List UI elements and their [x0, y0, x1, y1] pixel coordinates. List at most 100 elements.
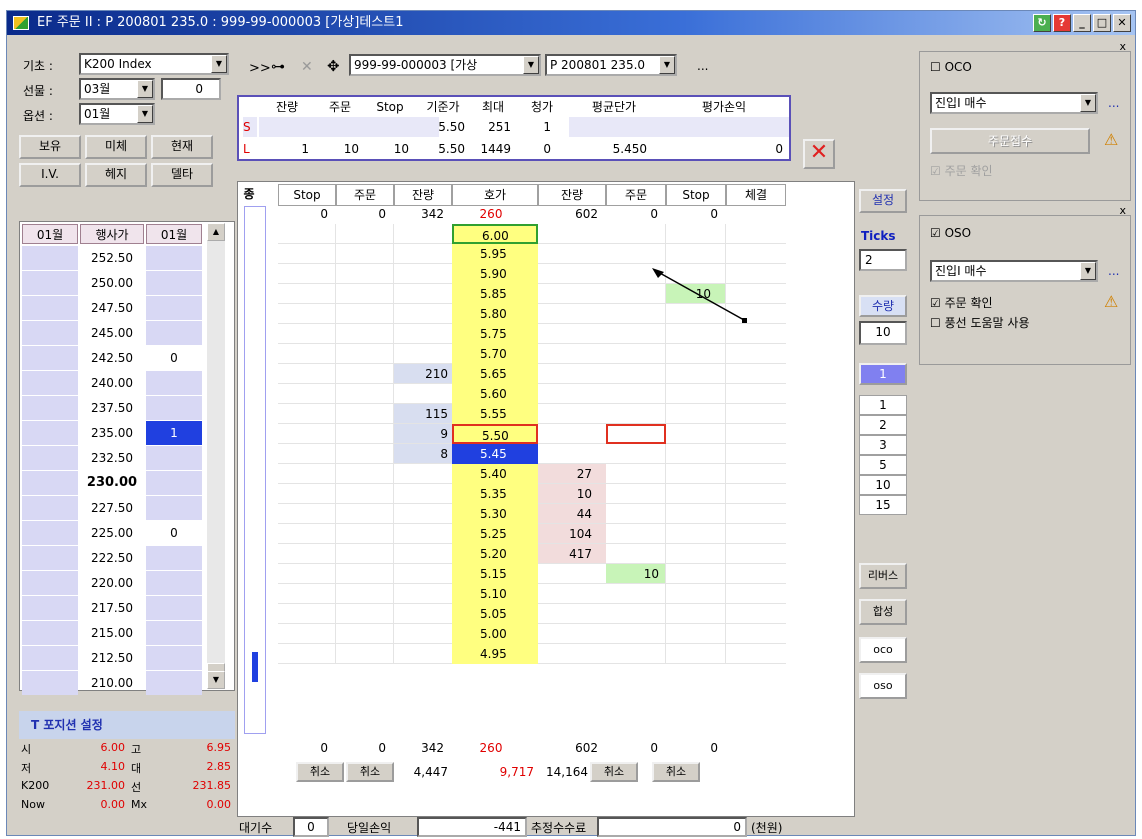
call-cell[interactable]: [22, 421, 78, 445]
buy-stop[interactable]: [666, 424, 726, 444]
sell-stop-cell[interactable]: [278, 364, 336, 384]
sell-order-cell[interactable]: [336, 644, 394, 664]
buy-order[interactable]: [606, 524, 666, 544]
put-cell[interactable]: 0: [146, 346, 202, 370]
tab-0[interactable]: 보유: [19, 135, 81, 159]
buy-order[interactable]: [606, 384, 666, 404]
chevron-down-icon[interactable]: ▼: [211, 55, 227, 73]
sell-stop-cell[interactable]: [278, 464, 336, 484]
call-cell[interactable]: [22, 646, 78, 670]
cancel-buy-stop[interactable]: 취소: [652, 762, 700, 782]
put-cell[interactable]: 1: [146, 421, 202, 445]
sell-order-cell[interactable]: [336, 344, 394, 364]
ladder-header-6[interactable]: Stop: [666, 184, 726, 206]
price-level[interactable]: 5.95: [452, 244, 538, 264]
call-cell[interactable]: [22, 346, 78, 370]
close-button[interactable]: ✕: [1113, 14, 1131, 32]
sell-order-cell[interactable]: [336, 624, 394, 644]
price-level[interactable]: 5.45: [452, 444, 538, 464]
buy-order[interactable]: [606, 604, 666, 624]
price-level[interactable]: 5.90: [452, 264, 538, 284]
buy-stop[interactable]: [666, 404, 726, 424]
put-cell[interactable]: [146, 496, 202, 520]
put-cell[interactable]: [146, 371, 202, 395]
sell-order-cell[interactable]: [336, 404, 394, 424]
put-cell[interactable]: [146, 396, 202, 420]
sell-stop-cell[interactable]: [278, 584, 336, 604]
sell-stop-cell[interactable]: [278, 224, 336, 244]
price-level[interactable]: 5.50: [452, 424, 538, 444]
call-cell[interactable]: [22, 271, 78, 295]
price-level[interactable]: 5.65: [452, 364, 538, 384]
maximize-button[interactable]: □: [1093, 14, 1111, 32]
cancel-sell-order[interactable]: 취소: [346, 762, 394, 782]
tool-icon[interactable]: ✕: [301, 59, 313, 75]
call-cell[interactable]: [22, 671, 78, 695]
sell-stop-cell[interactable]: [278, 564, 336, 584]
sell-order-cell[interactable]: [336, 364, 394, 384]
buy-stop[interactable]: [666, 564, 726, 584]
sell-order-cell[interactable]: [336, 384, 394, 404]
put-cell[interactable]: [146, 646, 202, 670]
put-cell[interactable]: [146, 671, 202, 695]
price-level[interactable]: 5.75: [452, 324, 538, 344]
tab2-0[interactable]: I.V.: [19, 163, 81, 187]
buy-order[interactable]: 10: [606, 564, 666, 584]
sell-order-cell[interactable]: [336, 544, 394, 564]
sell-stop-cell[interactable]: [278, 424, 336, 444]
sell-stop-cell[interactable]: [278, 644, 336, 664]
oso-close-icon[interactable]: x: [1119, 204, 1126, 217]
buy-order[interactable]: [606, 464, 666, 484]
tab-1[interactable]: 미체: [85, 135, 147, 159]
buy-order[interactable]: [606, 544, 666, 564]
buy-stop[interactable]: [666, 344, 726, 364]
buy-order[interactable]: [606, 344, 666, 364]
sell-order-cell[interactable]: [336, 484, 394, 504]
call-cell[interactable]: [22, 446, 78, 470]
sell-order-cell[interactable]: [336, 444, 394, 464]
ladder-header-2[interactable]: 잔량: [394, 184, 452, 206]
buy-order[interactable]: [606, 364, 666, 384]
futures-month-select[interactable]: 03월 ▼: [79, 78, 155, 100]
oso-checkbox[interactable]: ☑ OSO: [930, 226, 971, 240]
sell-stop-cell[interactable]: [278, 604, 336, 624]
oco-button[interactable]: oco: [859, 637, 907, 663]
qty-option[interactable]: 5: [859, 455, 907, 475]
sell-order-cell[interactable]: [336, 284, 394, 304]
chevron-down-icon[interactable]: ▼: [659, 56, 675, 74]
tab2-2[interactable]: 델타: [151, 163, 213, 187]
title-bar[interactable]: EF 주문 II : P 200801 235.0 : 999-99-00000…: [7, 11, 1135, 35]
oco-confirm-checkbox[interactable]: ☑ 주문 확인: [930, 162, 993, 179]
buy-stop[interactable]: [666, 624, 726, 644]
buy-order[interactable]: [606, 244, 666, 264]
sell-stop-cell[interactable]: [278, 404, 336, 424]
sell-order-cell[interactable]: [336, 224, 394, 244]
reverse-button[interactable]: 리버스: [859, 563, 907, 589]
sell-stop-cell[interactable]: [278, 384, 336, 404]
chevron-down-icon[interactable]: ▼: [137, 80, 153, 98]
help-icon[interactable]: ?: [1053, 14, 1071, 32]
sell-stop-cell[interactable]: [278, 324, 336, 344]
sell-stop-cell[interactable]: [278, 244, 336, 264]
price-level[interactable]: 5.10: [452, 584, 538, 604]
price-level[interactable]: 5.40: [452, 464, 538, 484]
put-cell[interactable]: [146, 446, 202, 470]
price-level[interactable]: 5.15: [452, 564, 538, 584]
futures-qty[interactable]: 0: [161, 78, 221, 100]
sell-stop-cell[interactable]: [278, 304, 336, 324]
buy-stop[interactable]: [666, 224, 726, 244]
sell-stop-cell[interactable]: [278, 544, 336, 564]
sell-order-cell[interactable]: [336, 584, 394, 604]
chain-scrollbar[interactable]: ▲ ▼: [207, 223, 225, 689]
call-cell[interactable]: [22, 471, 78, 495]
price-level[interactable]: 6.00: [452, 224, 538, 244]
buy-order[interactable]: [606, 624, 666, 644]
qty-option[interactable]: 15: [859, 495, 907, 515]
buy-stop[interactable]: [666, 504, 726, 524]
put-cell[interactable]: [146, 571, 202, 595]
oco-entry-select[interactable]: 진입I 매수 ▼: [930, 92, 1098, 114]
oso-entry-select[interactable]: 진입I 매수 ▼: [930, 260, 1098, 282]
settings-button[interactable]: 설정: [859, 189, 907, 213]
buy-stop[interactable]: [666, 604, 726, 624]
put-cell[interactable]: [146, 621, 202, 645]
